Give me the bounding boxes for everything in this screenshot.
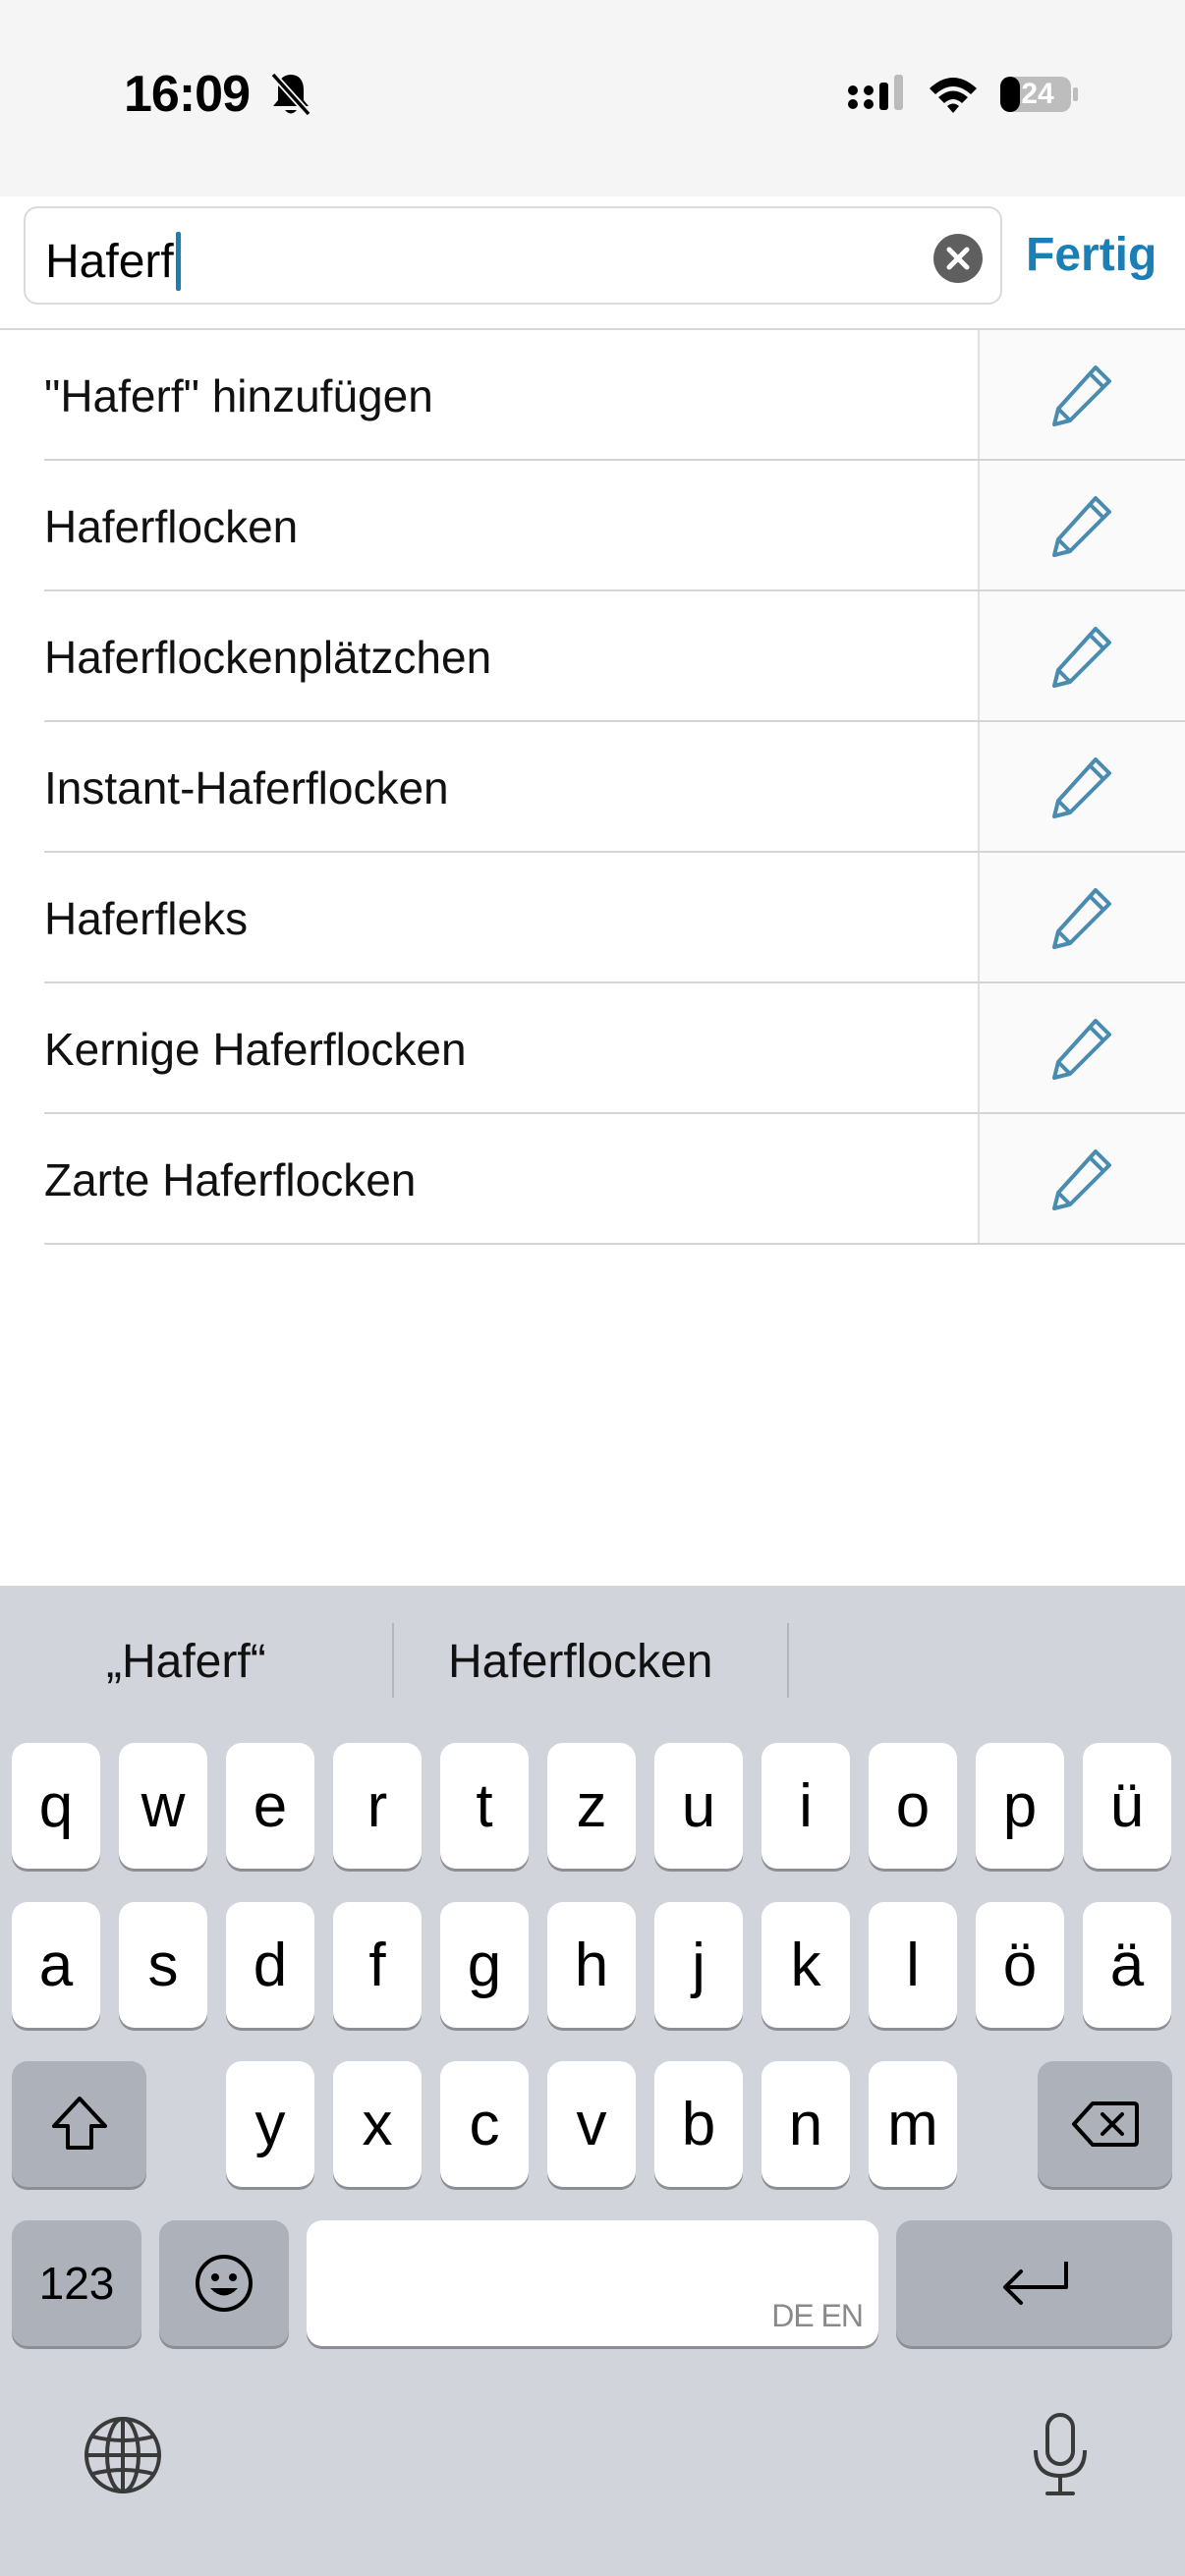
list-item-label: Instant-Haferflocken [44,762,449,813]
key[interactable]: o [869,1743,957,1869]
key[interactable]: j [654,1902,743,2028]
space-key[interactable]: DE EN [307,2220,878,2346]
key[interactable]: u [654,1743,743,1869]
key[interactable]: w [119,1743,207,1869]
bell-slash-icon [270,72,311,117]
numbers-key[interactable]: 123 [12,2220,141,2346]
results-list: "Haferf" hinzufügen Haferflocken Haferfl… [0,330,1185,1245]
suggestion-item[interactable]: „Haferf“ [106,1635,266,1689]
list-item-label: Haferflockenplätzchen [44,632,492,683]
wifi-icon [930,78,977,113]
key[interactable]: p [976,1743,1064,1869]
pencil-icon [1052,627,1111,688]
status-time: 16:09 [124,66,251,123]
key[interactable]: x [333,2061,422,2187]
return-key[interactable] [896,2220,1172,2346]
delete-key[interactable] [1038,2061,1172,2187]
edit-button[interactable] [978,983,1185,1112]
list-item[interactable]: "Haferf" hinzufügen [0,330,1185,461]
keyboard: „Haferf“ Haferflocken q w e r t z u i o … [0,1586,1185,2576]
pencil-icon [1052,496,1111,557]
pencil-icon [1052,888,1111,949]
signal-icon [848,75,903,110]
space-language-hint: DE EN [771,2298,864,2333]
suggestion-item[interactable]: Haferflocken [448,1635,712,1689]
key[interactable]: i [762,1743,850,1869]
list-item-label: "Haferf" hinzufügen [44,370,433,421]
key[interactable]: e [226,1743,314,1869]
key[interactable]: b [654,2061,743,2187]
globe-icon[interactable] [83,2415,163,2495]
return-icon [1002,2262,1068,2305]
list-item[interactable]: Haferflockenplätzchen [0,591,1185,722]
edit-button[interactable] [978,461,1185,589]
key[interactable]: z [547,1743,636,1869]
key[interactable]: g [440,1902,529,2028]
key[interactable]: v [547,2061,636,2187]
list-item[interactable]: Instant-Haferflocken [0,722,1185,853]
key[interactable]: ä [1083,1902,1171,2028]
search-input-value: Haferf [45,235,174,288]
edit-button[interactable] [978,853,1185,981]
pencil-icon [1052,757,1111,818]
key[interactable]: t [440,1743,529,1869]
status-bar: 16:09 24 [0,0,1185,196]
key[interactable]: ö [976,1902,1064,2028]
key[interactable]: q [12,1743,100,1869]
key[interactable]: s [119,1902,207,2028]
text-caret [175,232,181,291]
list-item-label: Kernige Haferflocken [44,1024,467,1075]
key[interactable]: m [869,2061,957,2187]
key[interactable]: r [333,1743,422,1869]
edit-button[interactable] [978,591,1185,720]
shift-icon [51,2097,107,2150]
key[interactable]: l [869,1902,957,2028]
key[interactable]: c [440,2061,529,2187]
edit-button[interactable] [978,330,1185,459]
key[interactable]: y [226,2061,314,2187]
battery-level: 24 [1021,78,1054,110]
list-item[interactable]: Kernige Haferflocken [0,983,1185,1114]
pencil-icon [1052,365,1111,426]
list-item-label: Haferflocken [44,501,299,552]
done-button[interactable]: Fertig [1026,228,1157,282]
pencil-icon [1052,1149,1111,1210]
battery-icon: 24 [998,73,1081,116]
delete-icon [1071,2101,1139,2147]
pencil-icon [1052,1019,1111,1080]
key[interactable]: ü [1083,1743,1171,1869]
emoji-key[interactable] [159,2220,289,2346]
key[interactable]: h [547,1902,636,2028]
emoji-icon [196,2255,253,2312]
list-item-label: Zarte Haferflocken [44,1154,417,1205]
list-item[interactable]: Haferflocken [0,461,1185,591]
shift-key[interactable] [12,2061,146,2187]
edit-button[interactable] [978,722,1185,851]
key[interactable]: k [762,1902,850,2028]
key[interactable]: a [12,1902,100,2028]
list-item-label: Haferfleks [44,893,249,944]
search-input[interactable]: Haferf [24,206,1002,305]
list-item[interactable]: Zarte Haferflocken [0,1114,1185,1245]
key[interactable]: n [762,2061,850,2187]
list-item[interactable]: Haferfleks [0,853,1185,983]
key[interactable]: d [226,1902,314,2028]
key[interactable]: f [333,1902,422,2028]
clear-icon[interactable] [933,234,983,283]
edit-button[interactable] [978,1114,1185,1243]
microphone-icon[interactable] [1026,2411,1095,2499]
